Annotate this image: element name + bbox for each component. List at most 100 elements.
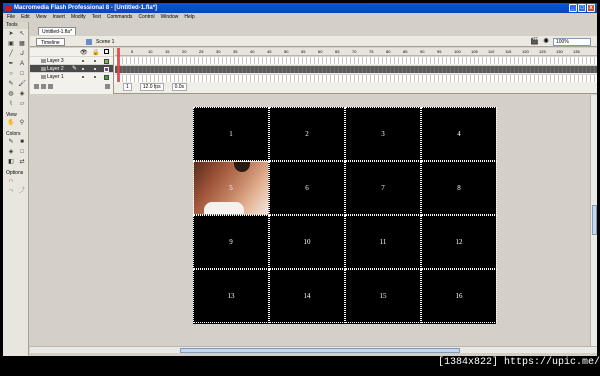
menu-commands[interactable]: Commands [104, 13, 136, 22]
oval-tool-icon[interactable]: ○ [6, 70, 16, 79]
layer-buttons [30, 82, 114, 92]
lock-dot[interactable] [94, 76, 96, 78]
zoom-select[interactable]: 100% [553, 38, 591, 46]
zoom-tool-icon[interactable]: ⚲ [17, 119, 27, 128]
text-tool-icon[interactable]: A [17, 60, 27, 69]
menu-insert[interactable]: Insert [49, 13, 68, 22]
maximize-button[interactable]: □ [578, 4, 586, 12]
fill-transform-tool-icon[interactable]: ▦ [17, 40, 27, 49]
puzzle-tile-6[interactable]: 6 [269, 161, 345, 215]
smooth-icon[interactable]: ⤳ [6, 187, 16, 196]
tile-number: 8 [457, 184, 461, 192]
add-guide-icon[interactable] [41, 84, 46, 89]
scene-breadcrumb[interactable]: Scene 1 [86, 38, 114, 46]
eyedropper-tool-icon[interactable]: ⌇ [6, 100, 16, 109]
puzzle-tile-7[interactable]: 7 [345, 161, 421, 215]
stage[interactable]: 1 2 3 4 5 6 7 8 9 10 11 12 13 14 15 16 [193, 107, 497, 324]
scroll-thumb[interactable] [180, 348, 460, 353]
pencil-tool-icon[interactable]: ✎ [6, 80, 16, 89]
lock-dot[interactable] [94, 60, 96, 62]
insert-folder-icon[interactable] [48, 84, 53, 89]
tools-header: Tools [3, 22, 28, 29]
lock-dot[interactable] [94, 68, 96, 70]
horizontal-scrollbar[interactable] [30, 346, 597, 353]
puzzle-tile-11[interactable]: 11 [345, 215, 421, 269]
ink-bottle-tool-icon[interactable]: ◍ [6, 90, 16, 99]
menu-view[interactable]: View [33, 13, 50, 22]
frame-tick-label: 70 [352, 49, 357, 54]
timeline-button[interactable]: Timeline [36, 38, 65, 46]
document-tab[interactable]: Untitled-1.fla* [38, 27, 77, 35]
scroll-thumb[interactable] [592, 205, 597, 235]
insert-layer-icon[interactable] [34, 84, 39, 89]
hand-tool-icon[interactable]: ✋ [6, 119, 16, 128]
lasso-tool-icon[interactable]: ᒍ [17, 50, 27, 59]
pen-tool-icon[interactable]: ✒ [6, 60, 16, 69]
frame-tick-label: 135 [573, 49, 580, 54]
puzzle-tile-5[interactable]: 5 [193, 161, 269, 215]
menu-file[interactable]: File [4, 13, 18, 22]
default-colors-icon[interactable]: ◧ [6, 158, 16, 167]
frame-row-layer-2[interactable] [115, 65, 597, 73]
visibility-dot[interactable] [82, 68, 84, 70]
menu-window[interactable]: Window [158, 13, 182, 22]
menu-edit[interactable]: Edit [18, 13, 33, 22]
layer-row-3[interactable]: Layer 3 [30, 56, 113, 64]
layer-row-2[interactable]: Layer 2 ✎ [30, 64, 113, 72]
visibility-dot[interactable] [82, 60, 84, 62]
fill-swatch[interactable]: □ [17, 148, 27, 157]
frame-row-layer-1[interactable] [115, 74, 597, 82]
swap-colors-icon[interactable]: ⇄ [17, 158, 27, 167]
line-tool-icon[interactable]: ╱ [6, 50, 16, 59]
outline-icon[interactable] [104, 49, 109, 54]
puzzle-tile-1[interactable]: 1 [193, 107, 269, 161]
layer-row-1[interactable]: Layer 1 [30, 72, 113, 80]
fill-color-icon[interactable]: ◈ [6, 148, 16, 157]
puzzle-tile-9[interactable]: 9 [193, 215, 269, 269]
lock-icon[interactable]: 🔒 [92, 49, 99, 56]
puzzle-tile-15[interactable]: 15 [345, 269, 421, 323]
visibility-dot[interactable] [82, 76, 84, 78]
edit-scene-icon[interactable]: 🎬 [530, 37, 539, 46]
frame-rate[interactable]: 12.0 fps [139, 83, 164, 91]
menu-help[interactable]: Help [181, 13, 197, 22]
free-transform-tool-icon[interactable]: ▣ [6, 40, 16, 49]
frame-ruler[interactable]: 5 10 15 20 25 30 35 40 45 50 55 60 65 70 75 80 85 90 95 100… [115, 48, 597, 56]
tile-number: 5 [229, 184, 233, 192]
straighten-icon[interactable]: ⤴ [17, 187, 27, 196]
brush-tool-icon[interactable]: 🖌 [17, 80, 27, 89]
puzzle-tile-16[interactable]: 16 [421, 269, 497, 323]
rectangle-tool-icon[interactable]: □ [17, 70, 27, 79]
stroke-swatch[interactable]: ■ [17, 138, 27, 147]
edit-symbol-icon[interactable]: ✺ [543, 37, 549, 46]
menu-control[interactable]: Control [135, 13, 157, 22]
window-title: Macromedia Flash Professional 8 - [Untit… [14, 5, 158, 11]
close-button[interactable]: x [587, 4, 595, 12]
puzzle-tile-2[interactable]: 2 [269, 107, 345, 161]
frame-row-layer-3[interactable] [115, 56, 597, 64]
puzzle-tile-13[interactable]: 13 [193, 269, 269, 323]
snap-magnet-icon[interactable]: ∩ [6, 177, 16, 186]
puzzle-tile-4[interactable]: 4 [421, 107, 497, 161]
delete-layer-icon[interactable] [105, 84, 110, 89]
subselect-tool-icon[interactable]: ↖ [17, 30, 27, 39]
eye-icon[interactable]: 👁 [80, 49, 88, 56]
minimize-button[interactable]: _ [569, 4, 577, 12]
menu-modify[interactable]: Modify [68, 13, 89, 22]
menu-text[interactable]: Text [89, 13, 104, 22]
playhead[interactable] [117, 48, 120, 82]
arrow-tool-icon[interactable]: ➤ [6, 30, 16, 39]
puzzle-tile-8[interactable]: 8 [421, 161, 497, 215]
vertical-scrollbar[interactable] [590, 95, 597, 346]
puzzle-tile-3[interactable]: 3 [345, 107, 421, 161]
puzzle-tile-12[interactable]: 12 [421, 215, 497, 269]
paint-bucket-tool-icon[interactable]: ◈ [17, 90, 27, 99]
tile-number: 15 [379, 292, 387, 300]
outline-swatch[interactable] [104, 75, 109, 80]
puzzle-tile-10[interactable]: 10 [269, 215, 345, 269]
frame-grid[interactable]: 5 10 15 20 25 30 35 40 45 50 55 60 65 70 75 80 85 90 95 100… [115, 48, 597, 94]
watermark-text: [1384x822] https://upic.me/ [438, 357, 600, 368]
stroke-color-icon[interactable]: ✎ [6, 138, 16, 147]
puzzle-tile-14[interactable]: 14 [269, 269, 345, 323]
eraser-tool-icon[interactable]: ▱ [17, 100, 27, 109]
